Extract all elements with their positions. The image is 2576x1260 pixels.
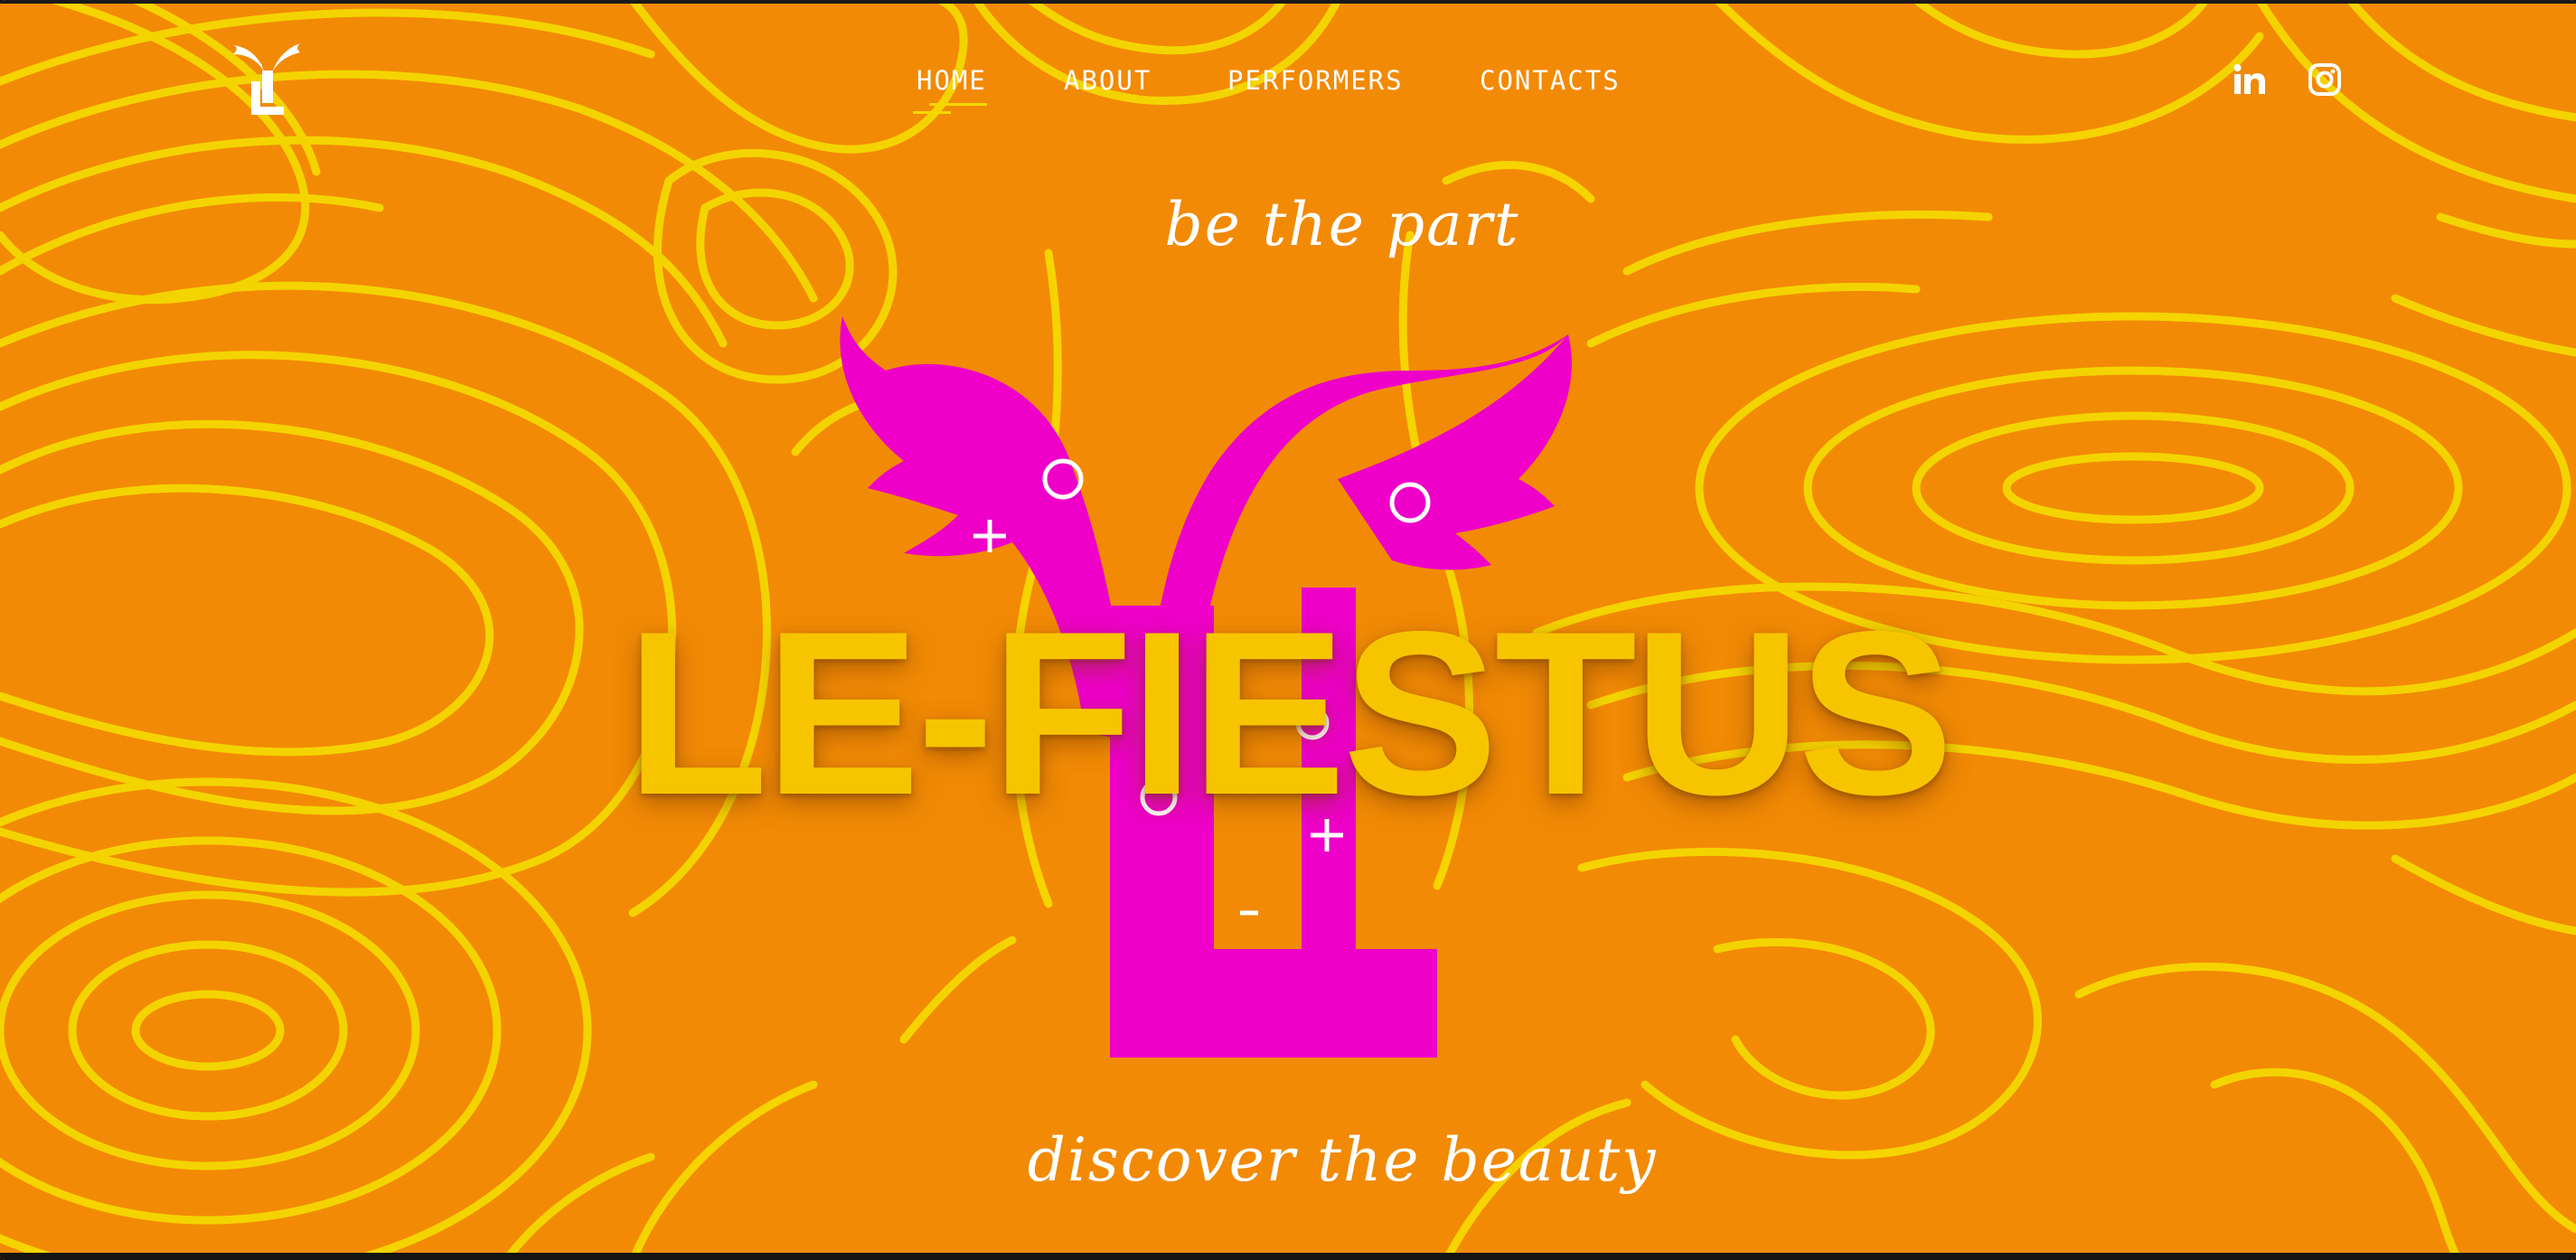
window-bottom-edge (0, 1253, 2576, 1260)
hero-section: HOME ABOUT PERFORMERS CONTACTS be the pa… (0, 0, 2576, 1260)
instagram-icon[interactable] (2307, 61, 2343, 102)
nav-performers[interactable]: PERFORMERS (1227, 65, 1404, 96)
hero-tagline-top: be the part (1164, 190, 1520, 259)
nav-about[interactable]: ABOUT (1064, 65, 1152, 96)
nav-active-underline-accent (913, 111, 951, 114)
nav-active-underline (929, 103, 987, 106)
nav-contacts[interactable]: CONTACTS (1480, 65, 1621, 96)
window-top-edge (0, 0, 2576, 4)
hero-tagline-bottom: discover the beauty (1027, 1125, 1658, 1195)
nav-home[interactable]: HOME (917, 65, 987, 96)
brand-title: LE-FIESTUS (625, 582, 1953, 843)
linkedin-icon[interactable] (2231, 61, 2267, 102)
le-fiestus-logo-icon[interactable] (226, 38, 307, 119)
